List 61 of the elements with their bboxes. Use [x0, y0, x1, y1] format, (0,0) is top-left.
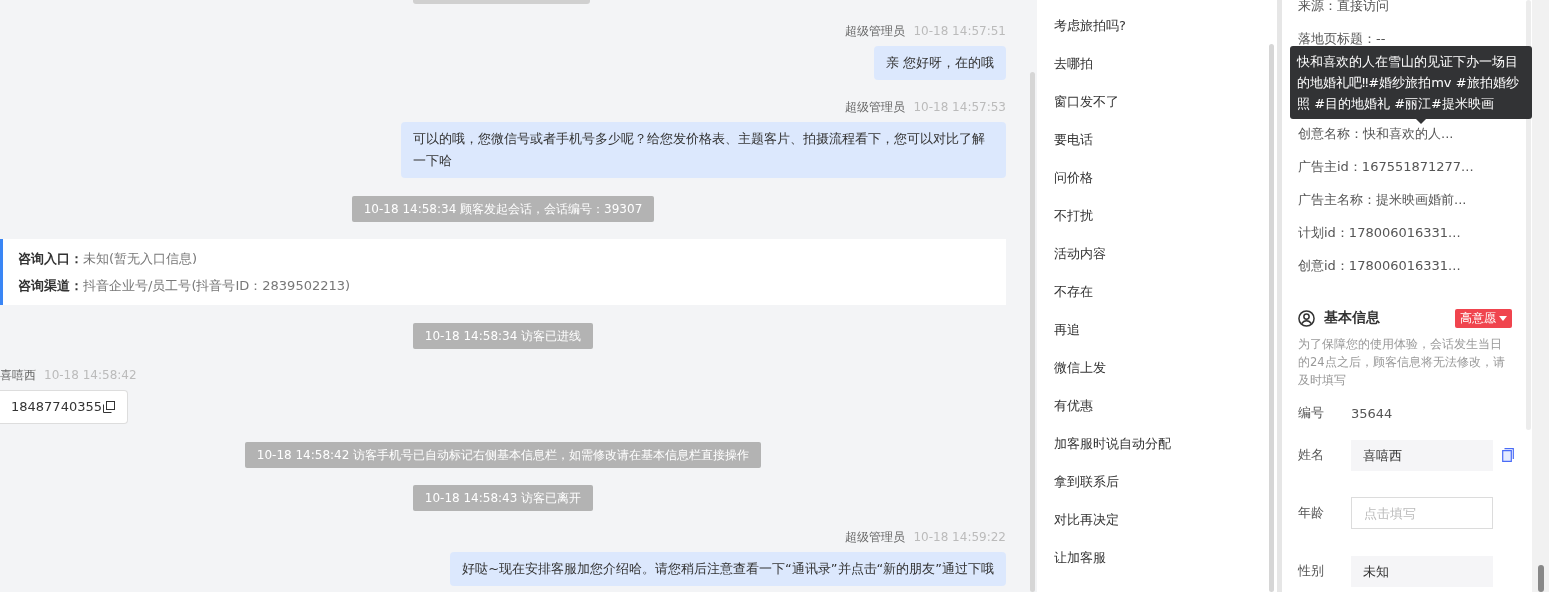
scrollbar[interactable]	[1538, 565, 1544, 592]
sender-name: 超级管理员	[845, 529, 906, 546]
quick-reply-item[interactable]: 再追	[1037, 311, 1080, 349]
message-time: 10-18 14:57:53	[913, 99, 1006, 116]
section-title: 基本信息	[1324, 309, 1380, 327]
quick-reply-item[interactable]: 要电话	[1037, 121, 1093, 159]
copy-icon[interactable]	[103, 401, 115, 413]
quick-reply-item[interactable]: 活动内容	[1037, 235, 1106, 273]
input-field[interactable]: 点击填写	[1351, 497, 1493, 529]
sender-name: 喜嘻西	[0, 367, 36, 384]
source-info-row-text: 广告主id：167551871277...	[1298, 158, 1474, 176]
user-icon	[1298, 309, 1315, 327]
source-info-row-text: 创意名称：快和喜欢的人...	[1298, 125, 1454, 143]
tooltip: 快和喜欢的人在雪山的见证下办一场目的地婚礼吧‼#婚纱旅拍mv #旅拍婚纱照 #目的地婚礼 #丽江#提米映画	[1290, 46, 1532, 119]
scrollbar[interactable]	[1030, 72, 1035, 592]
message-bubble: 18487740355	[0, 390, 128, 424]
entry-value: 抖音企业号/员工号(抖音号ID：2839502213)	[83, 278, 351, 293]
system-notice: 10-18 14:58:42 访客手机号已自动标记右侧基本信息栏，如需修改请在基本信息栏直接操作	[244, 442, 762, 468]
caret-icon	[1499, 315, 1507, 321]
entry-value: 未知(暂无入口信息)	[83, 251, 198, 266]
input-field[interactable]: 未知	[1351, 555, 1493, 587]
hint-text: 为了保障您的使用体验，会话发生当日的24点之后，顾客信息将无法修改，请及时填写	[1298, 336, 1506, 389]
message-time: 10-18 14:58:42	[44, 367, 137, 384]
input-field[interactable]: 喜嘻西	[1351, 439, 1493, 471]
system-notice: 10-18 14:58:34 访客已进线	[412, 323, 594, 349]
message-bubble: 好哒~现在安排客服加您介绍哈。请您稍后注意查看一下“通讯录”并点击“新的朋友”通过下哦	[450, 552, 1006, 586]
quick-reply-item[interactable]: 有优惠	[1037, 387, 1093, 425]
entry-label: 咨询入口：	[18, 251, 83, 266]
sender-name: 超级管理员	[845, 99, 906, 116]
sender-name: 超级管理员	[845, 23, 906, 40]
system-notice: 10-18 14:58:34 顾客发起会话，会话编号：39307	[351, 196, 655, 222]
quick-reply-item[interactable]: 窗口发不了	[1037, 83, 1119, 121]
quick-reply-item[interactable]: 微信上发	[1037, 349, 1106, 387]
quick-reply-item[interactable]: 问价格	[1037, 159, 1093, 197]
source-info-row-text: 广告主名称：提米映画婚前...	[1298, 191, 1467, 209]
field-label: 年龄	[1298, 504, 1325, 522]
source-info-row-text: 落地页标题：--	[1298, 30, 1386, 48]
quick-reply-item[interactable]: 加客服时说自动分配	[1037, 425, 1171, 463]
message-bubble: 亲 您好呀，在的哦	[873, 46, 1006, 80]
source-info-row-text: 计划id：178006016331...	[1298, 224, 1461, 242]
message-time: 10-18 14:57:51	[913, 23, 1006, 40]
quick-reply-item[interactable]: 不存在	[1037, 273, 1093, 311]
message-time: 10-18 14:59:22	[913, 529, 1006, 546]
quick-reply-item[interactable]: 去哪拍	[1037, 45, 1093, 83]
field-label: 性别	[1298, 562, 1325, 580]
quick-reply-item[interactable]: 对比再决定	[1037, 501, 1119, 539]
quick-reply-item[interactable]: 考虑旅拍吗?	[1037, 7, 1126, 45]
quick-reply-item[interactable]: 拿到联系后	[1037, 463, 1119, 501]
message-bubble: 可以的哦，您微信号或者手机号多少呢？给您发价格表、主题客片、拍摄流程看下，您可以对比了解一下哈	[401, 122, 1006, 178]
field-value: 35644	[1351, 405, 1393, 421]
field-label: 编号	[1298, 404, 1325, 422]
intent-tag[interactable]: 高意愿	[1455, 308, 1512, 328]
quick-reply-item[interactable]: 让加客服	[1037, 539, 1106, 577]
system-notice: 10-18 14:58:43 访客已离开	[412, 485, 594, 511]
scrollbar[interactable]	[1269, 44, 1274, 592]
quick-reply-item[interactable]: 不打扰	[1037, 197, 1093, 235]
field-label: 姓名	[1298, 446, 1325, 464]
entry-label: 咨询渠道：	[18, 278, 83, 293]
scrollbar[interactable]	[1526, 0, 1531, 430]
tooltip-arrow	[1416, 119, 1426, 124]
source-info-row-text: 创意id：178006016331...	[1298, 257, 1461, 275]
